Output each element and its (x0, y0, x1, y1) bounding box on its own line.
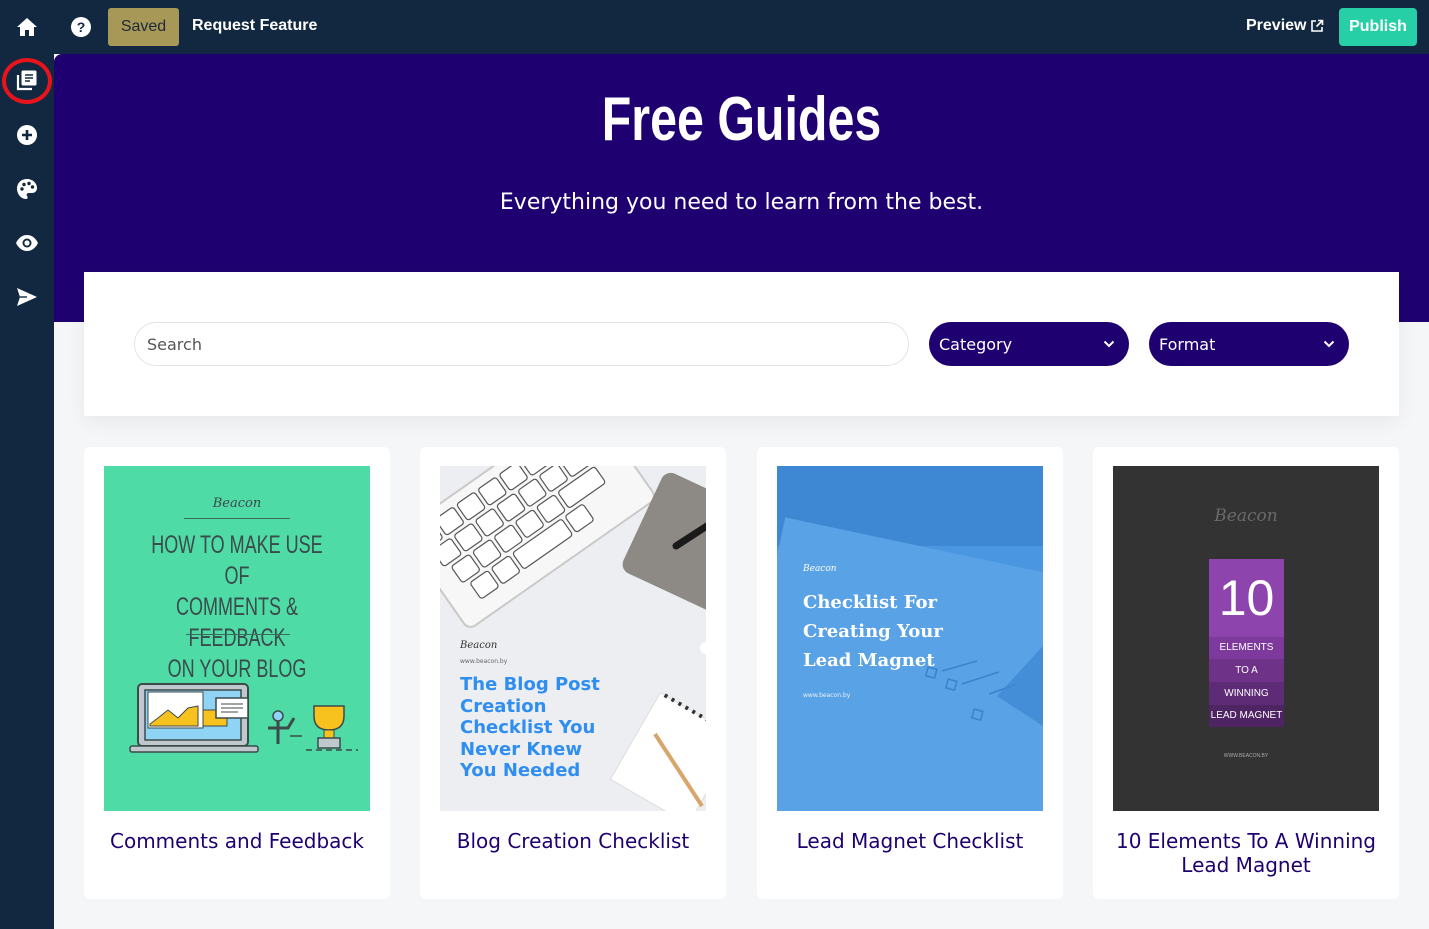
home-button[interactable] (15, 15, 39, 39)
guide-card[interactable]: Beacon www.beacon.by The Blog Post Creat… (420, 447, 726, 899)
cover-brand: Beacon (803, 564, 837, 574)
top-bar: ? Saved Request Feature Preview Publish (0, 0, 1429, 54)
sidebar-item-publish[interactable] (15, 285, 39, 309)
publish-button[interactable]: Publish (1339, 8, 1417, 46)
sidebar-item-add[interactable] (15, 123, 39, 147)
cover-title-block: 10 ELEMENTS TO A WINNING LEAD MAGNET (1209, 559, 1284, 727)
divider (184, 518, 290, 519)
cover-brand: Beacon (1214, 506, 1278, 526)
external-link-icon (1311, 19, 1324, 32)
guide-cover-image: Beacon 10 ELEMENTS TO A WINNING LEAD MAG… (1113, 466, 1379, 811)
laptop-trophy-illustration (129, 683, 358, 753)
guide-card[interactable]: Beacon 10 ELEMENTS TO A WINNING LEAD MAG… (1093, 447, 1399, 899)
guide-cover-image: Beacon www.beacon.by The Blog Post Creat… (440, 466, 706, 811)
guide-title[interactable]: Comments and Feedback (94, 829, 380, 853)
annotation-highlight-circle (2, 58, 52, 104)
send-icon (17, 288, 37, 306)
guide-title[interactable]: Blog Creation Checklist (430, 829, 716, 853)
saved-status-button[interactable]: Saved (108, 8, 179, 46)
sidebar-item-theme[interactable] (15, 177, 39, 201)
cover-brand: Beacon (212, 496, 262, 511)
cover-brand: Beacon (460, 640, 498, 651)
sidebar-item-visibility[interactable] (15, 231, 39, 255)
guide-cover-image: Beacon HOW TO MAKE USE OF COMMENTS & FEE… (104, 466, 370, 811)
page-canvas: Free Guides Everything you need to learn… (54, 54, 1429, 929)
preview-label: Preview (1246, 17, 1307, 34)
palette-icon (17, 179, 37, 199)
guide-cover-image: Beacon Checklist For Creating Your Lead … (777, 466, 1043, 811)
help-button[interactable]: ? (69, 15, 93, 39)
plus-circle-icon (17, 125, 37, 145)
page-title: Free Guides (601, 85, 882, 154)
category-dropdown[interactable]: Category (929, 322, 1129, 366)
chevron-down-icon (1103, 340, 1115, 348)
divider (186, 634, 290, 635)
preview-link[interactable]: Preview (1246, 17, 1324, 35)
filter-panel: Category Format (84, 272, 1399, 416)
cover-url: www.beacon.by (803, 692, 851, 699)
cover-number: 10 (1209, 559, 1284, 637)
page-subtitle: Everything you need to learn from the be… (499, 190, 984, 215)
help-circle-icon: ? (71, 17, 91, 37)
chevron-down-icon (1323, 340, 1335, 348)
eye-icon (16, 235, 38, 251)
svg-text:?: ? (77, 19, 86, 35)
guide-card[interactable]: Beacon HOW TO MAKE USE OF COMMENTS & FEE… (84, 447, 390, 899)
cover-headline: HOW TO MAKE USE OF COMMENTS & FEEDBACK O… (151, 531, 323, 683)
format-dropdown-label: Format (1159, 334, 1216, 354)
category-dropdown-label: Category (939, 334, 1013, 354)
search-input[interactable] (134, 322, 909, 366)
format-dropdown[interactable]: Format (1149, 322, 1349, 366)
cover-headline: The Blog Post Creation Checklist You Nev… (460, 674, 600, 781)
guide-title[interactable]: Lead Magnet Checklist (767, 829, 1053, 853)
guide-card[interactable]: Beacon Checklist For Creating Your Lead … (757, 447, 1063, 899)
cover-url: WWW.BEACON.BY (1223, 753, 1269, 759)
home-icon (17, 18, 37, 36)
guide-title[interactable]: 10 Elements To A Winning Lead Magnet (1103, 829, 1389, 877)
cover-url: www.beacon.by (460, 658, 508, 665)
request-feature-link[interactable]: Request Feature (192, 17, 317, 35)
cover-headline: Checklist For Creating Your Lead Magnet (803, 592, 943, 671)
